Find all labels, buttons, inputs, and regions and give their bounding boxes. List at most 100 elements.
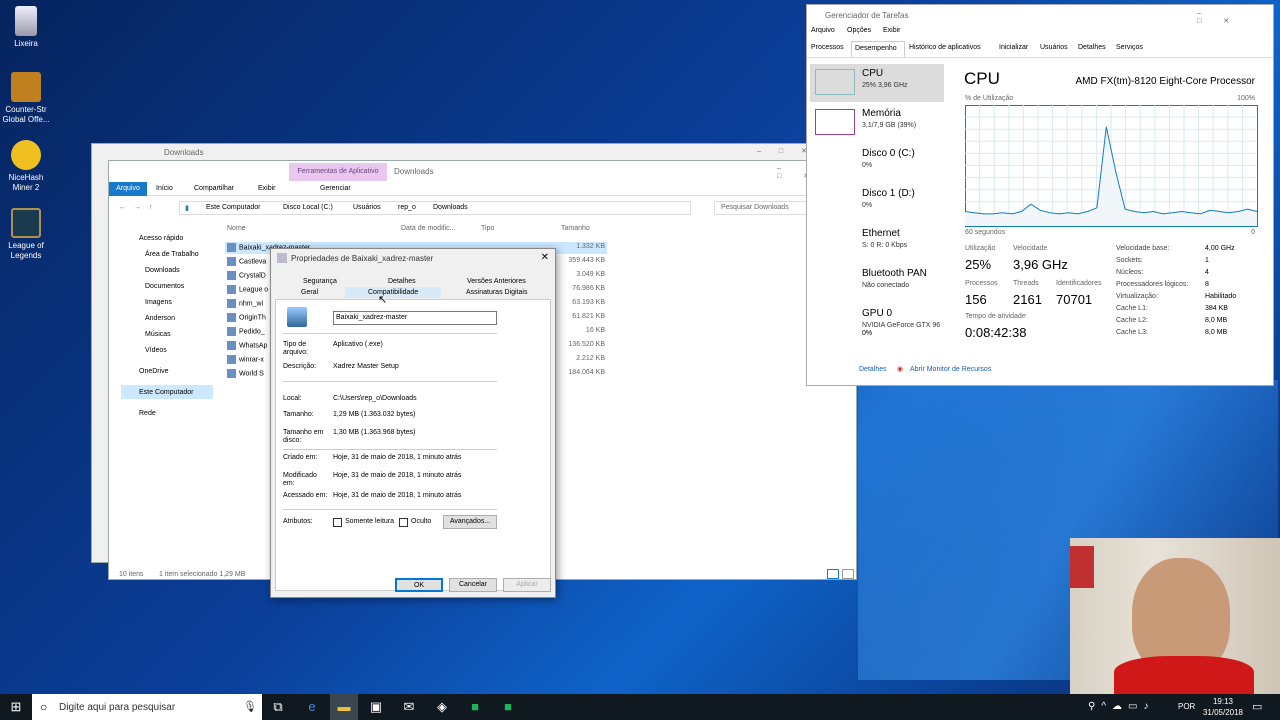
webcam-overlay xyxy=(1070,538,1280,694)
advanced-button[interactable]: Avançados... xyxy=(443,515,497,529)
tab-detalhes[interactable]: Detalhes xyxy=(388,278,416,285)
camtasia-icon[interactable]: ■ xyxy=(461,694,489,720)
desktop-icon-csgo[interactable]: Counter-Str Global Offe... xyxy=(0,72,52,125)
store-icon[interactable]: ▣ xyxy=(362,694,390,720)
tab-arquivo[interactable]: Arquivo xyxy=(109,182,147,196)
microphone-icon[interactable]: 🎙 xyxy=(243,700,257,713)
sidebar-documentos[interactable]: Documentos xyxy=(145,283,184,290)
tab-usuarios[interactable]: Usuários xyxy=(1040,44,1068,51)
task-view-icon[interactable]: ⧉ xyxy=(264,694,292,720)
tab-inicio[interactable]: Início xyxy=(156,185,173,192)
tab-exibir[interactable]: Exibir xyxy=(258,185,276,192)
breadcrumb-2[interactable]: Disco Local (C:) xyxy=(283,204,333,211)
mail-icon[interactable]: ✉ xyxy=(395,694,423,720)
column-tamanho[interactable]: Tamanho xyxy=(561,225,590,232)
resource-item[interactable]: Disco 1 (D:) 0% xyxy=(810,184,944,222)
sidebar-este-computador[interactable]: Este Computador xyxy=(139,389,193,396)
installer-taskbar-icon[interactable]: ◈ xyxy=(428,694,456,720)
column-data[interactable]: Data de modific... xyxy=(401,225,455,232)
file-icon xyxy=(227,271,236,280)
resource-item[interactable]: GPU 0 NVIDIA GeForce GTX 96 xyxy=(810,304,944,342)
tab-seguranca[interactable]: Segurança xyxy=(303,278,337,285)
breadcrumb-1[interactable]: Este Computador xyxy=(206,204,260,211)
league-icon xyxy=(11,208,41,238)
breadcrumb-5[interactable]: Downloads xyxy=(433,204,468,211)
resource-item[interactable]: Memória 3,1/7,9 GB (39%) xyxy=(810,104,944,142)
file-icon xyxy=(227,257,236,266)
menu-arquivo[interactable]: Arquivo xyxy=(811,27,835,34)
details-view-icon[interactable] xyxy=(827,569,839,579)
nav-arrows[interactable]: ←→↑ xyxy=(119,204,161,211)
spec-label: Processadores lógicos: xyxy=(1116,281,1189,288)
tiles-view-icon[interactable] xyxy=(842,569,854,579)
resource-item[interactable]: Ethernet S: 0 R: 0 Kbps xyxy=(810,224,944,262)
property-value: 1,29 MB (1.363.032 bytes) xyxy=(333,411,416,418)
desktop-icon-nicehash[interactable]: NiceHash Miner 2 xyxy=(0,140,52,193)
tab-desempenho[interactable]: Desempenho xyxy=(851,41,905,57)
tab-versoes[interactable]: Versões Anteriores xyxy=(467,278,526,285)
menu-opcoes[interactable]: Opções xyxy=(847,27,871,34)
cancel-button[interactable]: Cancelar xyxy=(449,578,497,592)
tab-inicializar[interactable]: Inicializar xyxy=(999,44,1028,51)
sidebar-acesso-rapido[interactable]: Acesso rápido xyxy=(139,235,183,242)
language-indicator[interactable]: POR xyxy=(1178,702,1195,711)
less-details-link[interactable]: Detalhes xyxy=(859,366,887,373)
file-explorer-icon[interactable]: ▬ xyxy=(330,694,358,720)
sidebar-rede[interactable]: Rede xyxy=(139,410,156,417)
edge-icon[interactable]: e xyxy=(298,694,326,720)
resource-sub: 3,1/7,9 GB (39%) xyxy=(862,122,917,129)
resource-monitor-link[interactable]: Abrir Monitor de Recursos xyxy=(910,366,991,373)
notifications-icon[interactable]: ▭ xyxy=(1252,700,1262,713)
stat-threads-label: Threads xyxy=(1013,280,1039,287)
desktop-icon-recycle-bin[interactable]: Lixeira xyxy=(0,6,52,49)
column-tipo[interactable]: Tipo xyxy=(481,225,494,232)
menu-exibir[interactable]: Exibir xyxy=(883,27,901,34)
close-icon[interactable]: ✕ xyxy=(541,252,549,263)
sidebar-area-trabalho[interactable]: Área de Trabalho xyxy=(145,251,199,258)
file-icon xyxy=(227,341,236,350)
taskbar-search-input[interactable]: Digite aqui para pesquisar xyxy=(59,702,175,713)
sidebar-anderson[interactable]: Anderson xyxy=(145,315,175,322)
camtasia-recorder-icon[interactable]: ■ xyxy=(494,694,522,720)
tab-compartilhar[interactable]: Compartilhar xyxy=(194,185,234,192)
filename-input[interactable]: Baixaki_xadrez-master xyxy=(333,311,497,325)
resource-item[interactable]: Bluetooth PAN Não conectado xyxy=(810,264,944,302)
ok-button[interactable]: OK xyxy=(395,578,443,592)
tab-detalhes[interactable]: Detalhes xyxy=(1078,44,1106,51)
clock-time[interactable]: 19:13 xyxy=(1202,697,1244,706)
desktop-icon-league[interactable]: League of Legends xyxy=(0,208,52,261)
tab-gerenciar[interactable]: Gerenciar xyxy=(320,185,351,192)
tab-geral[interactable]: Geral xyxy=(301,289,318,296)
sidebar-downloads[interactable]: Downloads xyxy=(145,267,180,274)
tab-compatibilidade[interactable]: Compatibilidade xyxy=(368,289,418,296)
stat-ident: 70701 xyxy=(1056,292,1093,307)
tray-icons[interactable]: ⚲^☁▭♪ xyxy=(1088,701,1154,712)
clock-date[interactable]: 31/05/2018 xyxy=(1200,708,1246,717)
apply-button[interactable]: Aplicar xyxy=(503,578,551,592)
tab-historico[interactable]: Histórico de aplicativos xyxy=(909,44,981,51)
stat-utilizacao: 25% xyxy=(965,257,992,272)
sidebar-imagens[interactable]: Imagens xyxy=(145,299,172,306)
breadcrumb-3[interactable]: Usuários xyxy=(353,204,381,211)
resource-name: Memória xyxy=(862,108,901,119)
hidden-checkbox[interactable] xyxy=(399,518,408,527)
windows-start-icon[interactable]: ⊞ xyxy=(2,694,30,720)
tab-assinaturas[interactable]: Assinaturas Digitais xyxy=(466,289,527,296)
readonly-checkbox[interactable] xyxy=(333,518,342,527)
breadcrumb-4[interactable]: rep_o xyxy=(398,204,416,211)
resource-name: Bluetooth PAN xyxy=(862,268,927,279)
resource-item[interactable]: CPU 25% 3,96 GHz xyxy=(810,64,944,102)
resource-item[interactable]: Disco 0 (C:) 0% xyxy=(810,144,944,182)
resource-sub: Não conectado xyxy=(862,282,910,289)
desktop-icon-label: Lixeira xyxy=(14,39,38,48)
stat-tempo-label: Tempo de atividade xyxy=(965,313,1026,320)
properties-dialog[interactable]: Propriedades de Baixaki_xadrez-master ✕ … xyxy=(270,248,556,598)
column-nome[interactable]: Nome xyxy=(227,225,246,232)
sidebar-musicas[interactable]: Músicas xyxy=(145,331,171,338)
taskmgr-window-controls[interactable]: –□✕ xyxy=(1197,10,1273,25)
tab-servicos[interactable]: Serviços xyxy=(1116,44,1143,51)
search-input[interactable]: Pesquisar Downloads xyxy=(721,204,789,211)
sidebar-onedrive[interactable]: OneDrive xyxy=(139,368,169,375)
tab-processos[interactable]: Processos xyxy=(811,44,844,51)
sidebar-videos[interactable]: Vídeos xyxy=(145,347,167,354)
